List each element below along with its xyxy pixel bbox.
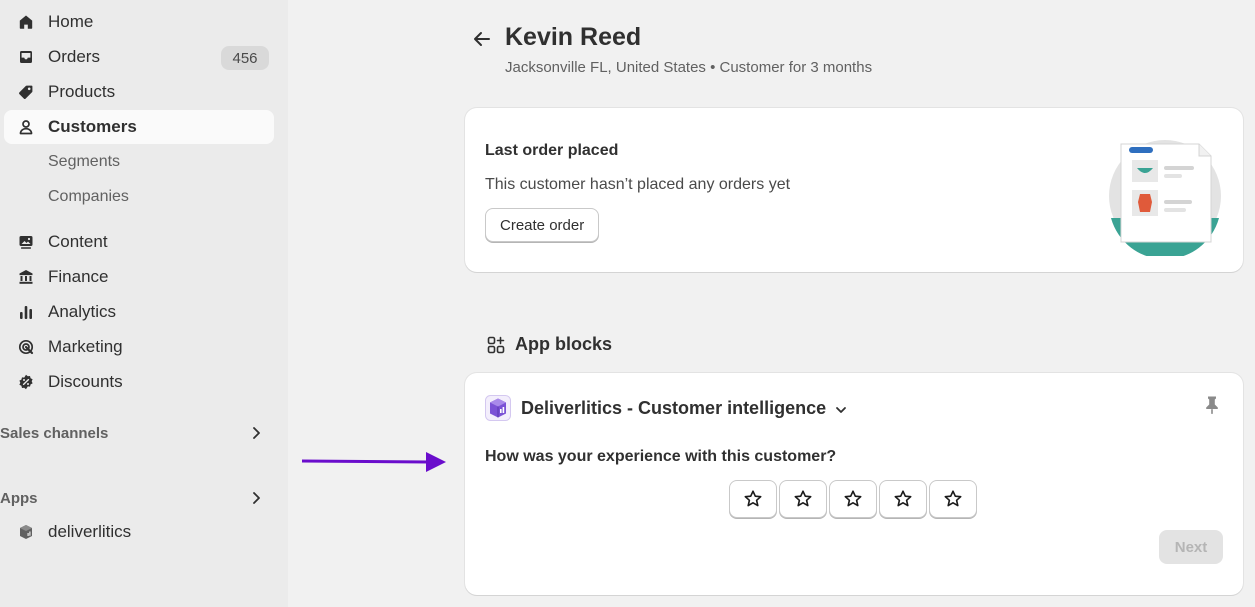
sidebar-item-marketing[interactable]: Marketing bbox=[4, 330, 274, 364]
back-arrow-icon[interactable] bbox=[470, 27, 494, 51]
sidebar-item-label: Content bbox=[48, 232, 108, 251]
section-label: Apps bbox=[0, 489, 38, 507]
customer-name: Kevin Reed bbox=[505, 23, 642, 51]
create-order-button[interactable]: Create order bbox=[485, 208, 600, 242]
rating-question: How was your experience with this custom… bbox=[485, 448, 837, 465]
star-icon bbox=[944, 490, 962, 507]
last-order-title: Last order placed bbox=[485, 142, 619, 159]
sidebar-item-label: Segments bbox=[48, 153, 121, 170]
star-rating-button-4[interactable] bbox=[879, 480, 927, 518]
star-icon bbox=[844, 490, 862, 507]
app-blocks-icon bbox=[487, 336, 505, 354]
sidebar-item-companies[interactable]: Companies bbox=[4, 180, 274, 214]
bank-icon bbox=[18, 269, 34, 285]
sidebar-item-discounts[interactable]: Discounts bbox=[4, 365, 274, 399]
sidebar-item-label: Discounts bbox=[48, 372, 123, 391]
sidebar-item-label: Analytics bbox=[48, 302, 117, 321]
deliverlitics-logo-icon bbox=[485, 395, 511, 421]
star-rating-button-3[interactable] bbox=[829, 480, 877, 518]
star-icon bbox=[794, 490, 812, 507]
sales-channels-section[interactable]: Sales channels bbox=[0, 419, 278, 447]
person-icon bbox=[18, 119, 34, 135]
annotation-arrow bbox=[301, 452, 446, 472]
sidebar: Home Orders 456 Products Customers Segme… bbox=[0, 0, 288, 607]
sidebar-item-segments[interactable]: Segments bbox=[4, 145, 274, 179]
deliverlitics-app-block: Deliverlitics - Customer intelligence Ho… bbox=[465, 373, 1243, 595]
discount-icon bbox=[18, 374, 34, 390]
sidebar-item-products[interactable]: Products bbox=[4, 75, 274, 109]
sidebar-item-customers[interactable]: Customers bbox=[4, 110, 274, 144]
star-icon bbox=[744, 490, 762, 507]
sidebar-item-label: Marketing bbox=[48, 337, 123, 356]
target-icon bbox=[18, 339, 34, 355]
sidebar-item-label: deliverlitics bbox=[48, 522, 132, 541]
sidebar-item-home[interactable]: Home bbox=[4, 5, 274, 39]
sidebar-item-label: Customers bbox=[48, 117, 137, 136]
app-blocks-title: App blocks bbox=[515, 334, 613, 354]
sidebar-item-deliverlitics[interactable]: deliverlitics bbox=[4, 515, 274, 549]
app-name: Deliverlitics - Customer intelligence bbox=[521, 398, 827, 418]
last-order-text: This customer hasn’t placed any orders y… bbox=[485, 176, 791, 193]
next-button[interactable]: Next bbox=[1159, 530, 1223, 564]
star-icon bbox=[894, 490, 912, 507]
inbox-icon bbox=[18, 49, 34, 65]
sidebar-item-label: Finance bbox=[48, 267, 109, 286]
sidebar-item-analytics[interactable]: Analytics bbox=[4, 295, 274, 329]
app-selector-dropdown[interactable]: Deliverlitics - Customer intelligence bbox=[521, 398, 848, 419]
sidebar-item-label: Home bbox=[48, 12, 94, 31]
chevron-right-icon bbox=[253, 427, 260, 439]
last-order-card: Last order placed This customer hasn’t p… bbox=[465, 108, 1243, 272]
sidebar-item-label: Companies bbox=[48, 188, 129, 205]
sidebar-item-content[interactable]: Content bbox=[4, 225, 274, 259]
apps-section[interactable]: Apps bbox=[0, 484, 278, 512]
sidebar-item-label: Products bbox=[48, 82, 116, 101]
customer-subtitle: Jacksonville FL, United States • Custome… bbox=[505, 59, 873, 76]
deliverlitics-icon bbox=[18, 524, 34, 540]
section-label: Sales channels bbox=[0, 424, 109, 442]
bar-chart-icon bbox=[18, 304, 34, 320]
pin-icon[interactable] bbox=[1203, 395, 1221, 415]
star-rating-button-5[interactable] bbox=[929, 480, 977, 518]
orders-count-badge: 456 bbox=[221, 46, 269, 70]
image-icon bbox=[18, 234, 34, 250]
tag-icon bbox=[18, 84, 34, 100]
star-rating-button-2[interactable] bbox=[779, 480, 827, 518]
chevron-down-icon bbox=[836, 406, 847, 413]
star-rating-button-1[interactable] bbox=[729, 480, 777, 518]
empty-orders-illustration bbox=[1109, 140, 1221, 256]
sidebar-item-label: Orders bbox=[48, 47, 100, 66]
star-rating bbox=[729, 480, 979, 518]
home-icon bbox=[18, 14, 34, 30]
chevron-right-icon bbox=[253, 492, 260, 504]
sidebar-item-orders[interactable]: Orders 456 bbox=[4, 40, 274, 74]
sidebar-item-finance[interactable]: Finance bbox=[4, 260, 274, 294]
